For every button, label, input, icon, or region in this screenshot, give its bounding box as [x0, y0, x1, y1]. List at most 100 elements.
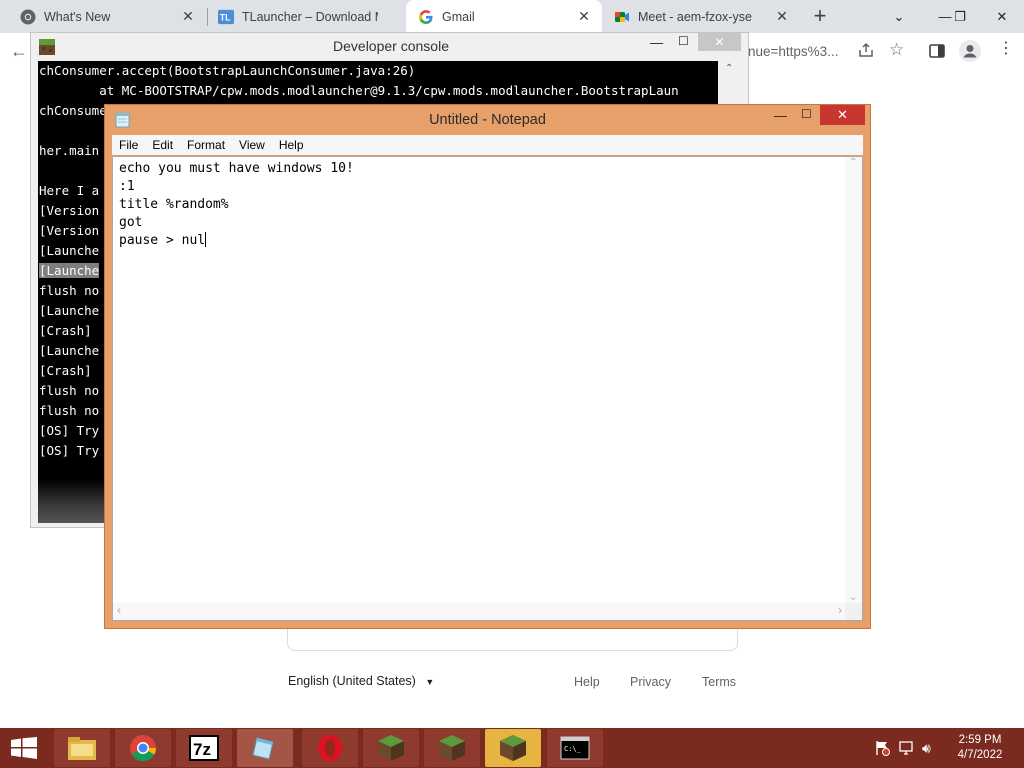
- tab-whats-new[interactable]: What's New ✕: [0, 0, 206, 33]
- browser-tab-strip: What's New ✕ TL TLauncher – Download M G…: [0, 0, 1024, 33]
- close-window-icon[interactable]: ✕: [980, 0, 1024, 33]
- maximize-icon[interactable]: ☐: [801, 107, 812, 121]
- footer-terms-link[interactable]: Terms: [702, 675, 736, 689]
- horizontal-scrollbar[interactable]: ‹ ›: [113, 603, 846, 620]
- google-icon: [418, 9, 434, 25]
- language-selector[interactable]: English (United States) ▼: [288, 674, 434, 688]
- windows-start-icon[interactable]: [11, 737, 37, 762]
- size-grip-icon[interactable]: [845, 603, 862, 620]
- console-line: at MC-BOOTSTRAP/cpw.mods.modlauncher@9.1…: [39, 83, 679, 98]
- notepad-menubar: File Edit Format View Help: [112, 135, 863, 155]
- volume-icon[interactable]: 🔊︎: [922, 740, 931, 757]
- address-bar-url[interactable]: nue=https%3...: [748, 44, 838, 59]
- notepad-icon[interactable]: [237, 729, 293, 767]
- meet-icon: [614, 9, 630, 25]
- close-icon[interactable]: ✕: [180, 8, 196, 25]
- console-line: flush no: [39, 383, 100, 398]
- maximize-icon[interactable]: ☐: [678, 34, 689, 48]
- text-line: title %random%: [119, 197, 229, 212]
- svg-text:C:\_: C:\_: [564, 745, 582, 753]
- chrome-icon[interactable]: [115, 729, 171, 767]
- console-line: [Version: [39, 223, 100, 238]
- chrome-menu-icon[interactable]: ⋮: [998, 40, 1014, 58]
- clock-date: 4/7/2022: [957, 749, 1003, 761]
- tab-tlauncher[interactable]: TL TLauncher – Download M: [208, 0, 404, 33]
- new-tab-button[interactable]: +: [806, 4, 834, 30]
- console-line: [Launche: [39, 303, 100, 318]
- menu-view[interactable]: View: [232, 138, 272, 152]
- scroll-up-arrow-icon[interactable]: ⌃: [725, 63, 733, 74]
- tab-title: Gmail: [442, 9, 475, 24]
- minecraft-icon[interactable]: [424, 729, 480, 767]
- text-line: :1: [119, 179, 135, 194]
- svg-text:TL: TL: [220, 12, 231, 22]
- minecraft-icon[interactable]: [485, 729, 541, 767]
- close-icon[interactable]: ✕: [774, 8, 790, 25]
- footer-privacy-link[interactable]: Privacy: [630, 675, 671, 689]
- console-line-selected: [Launche: [39, 263, 100, 278]
- language-label: English (United States): [288, 674, 416, 688]
- tab-meet[interactable]: Meet - aem-fzox-yse ✕: [604, 0, 800, 33]
- share-icon[interactable]: [858, 42, 874, 61]
- console-line: her.main: [39, 143, 100, 158]
- opera-icon[interactable]: [302, 729, 358, 767]
- close-icon[interactable]: ✕: [820, 105, 865, 125]
- console-line: [OS] Try: [39, 423, 100, 438]
- footer-help-link[interactable]: Help: [574, 675, 600, 689]
- text-line: echo you must have windows 10!: [119, 161, 354, 176]
- bookmark-star-icon[interactable]: ☆: [889, 40, 904, 60]
- developer-console-titlebar: Developer console — ☐ ✕: [31, 33, 748, 60]
- console-line: [Crash]: [39, 363, 100, 378]
- menu-file[interactable]: File: [112, 138, 145, 152]
- scroll-left-arrow-icon[interactable]: ‹: [117, 603, 121, 617]
- tab-title: Meet - aem-fzox-yse: [638, 9, 752, 24]
- cmd-icon[interactable]: C:\_: [547, 729, 603, 767]
- action-center-flag-icon[interactable]: [874, 740, 890, 759]
- clock-time: 2:59 PM: [958, 734, 1002, 746]
- menu-help[interactable]: Help: [272, 138, 311, 152]
- text-line: got: [119, 215, 143, 230]
- notepad-titlebar: Untitled - Notepad — ☐ ✕: [105, 105, 870, 134]
- chrome-icon: [20, 9, 36, 25]
- system-clock[interactable]: 2:59 PM 4/7/2022: [950, 733, 1010, 763]
- profile-avatar-icon[interactable]: [959, 40, 981, 65]
- tlauncher-icon: TL: [218, 9, 234, 25]
- menu-format[interactable]: Format: [180, 138, 232, 152]
- tab-gmail[interactable]: Gmail ✕: [406, 0, 602, 33]
- side-panel-icon[interactable]: [929, 43, 945, 62]
- text-line: pause > nul: [119, 233, 206, 248]
- tab-search-chevron-icon[interactable]: ⌄: [876, 0, 922, 33]
- notepad-title: Untitled - Notepad: [429, 112, 546, 128]
- tab-title: TLauncher – Download M: [242, 9, 378, 24]
- notepad-text-area[interactable]: echo you must have windows 10! :1 title %r…: [112, 156, 863, 621]
- minecraft-icon[interactable]: [363, 729, 419, 767]
- console-line: [Crash]: [39, 323, 100, 338]
- console-line: flush no: [39, 403, 100, 418]
- minimize-icon[interactable]: —: [774, 108, 787, 123]
- file-explorer-icon[interactable]: [54, 729, 110, 767]
- 7zip-icon[interactable]: 7z: [176, 729, 232, 767]
- back-arrow-icon[interactable]: ←: [10, 41, 28, 62]
- network-icon[interactable]: [898, 740, 916, 759]
- close-icon[interactable]: ✕: [576, 8, 592, 25]
- text-caret: [205, 232, 207, 247]
- console-line: [Version: [39, 203, 100, 218]
- restore-icon[interactable]: ❐: [940, 0, 980, 33]
- scroll-right-arrow-icon[interactable]: ›: [838, 603, 842, 617]
- scroll-up-arrow-icon[interactable]: ⌃: [849, 157, 857, 168]
- console-line: [OS] Try: [39, 443, 100, 458]
- vertical-scrollbar[interactable]: ⌃ ⌄: [845, 157, 862, 603]
- console-line: chConsume: [39, 103, 107, 118]
- notepad-window: Untitled - Notepad — ☐ ✕ File Edit Forma…: [104, 104, 871, 629]
- signin-card-edge: [287, 628, 738, 651]
- scroll-down-arrow-icon[interactable]: ⌄: [849, 592, 857, 603]
- close-icon[interactable]: ✕: [698, 33, 741, 51]
- tab-title: What's New: [44, 9, 111, 24]
- minimize-icon[interactable]: —: [650, 35, 663, 50]
- notepad-content: echo you must have windows 10! :1 title %r…: [119, 160, 354, 250]
- svg-text:7z: 7z: [193, 740, 211, 759]
- console-line: Here I a: [39, 183, 100, 198]
- menu-edit[interactable]: Edit: [145, 138, 180, 152]
- console-line: chConsumer.accept(BootstrapLaunchConsume…: [39, 63, 416, 78]
- console-line: [Launche: [39, 243, 100, 258]
